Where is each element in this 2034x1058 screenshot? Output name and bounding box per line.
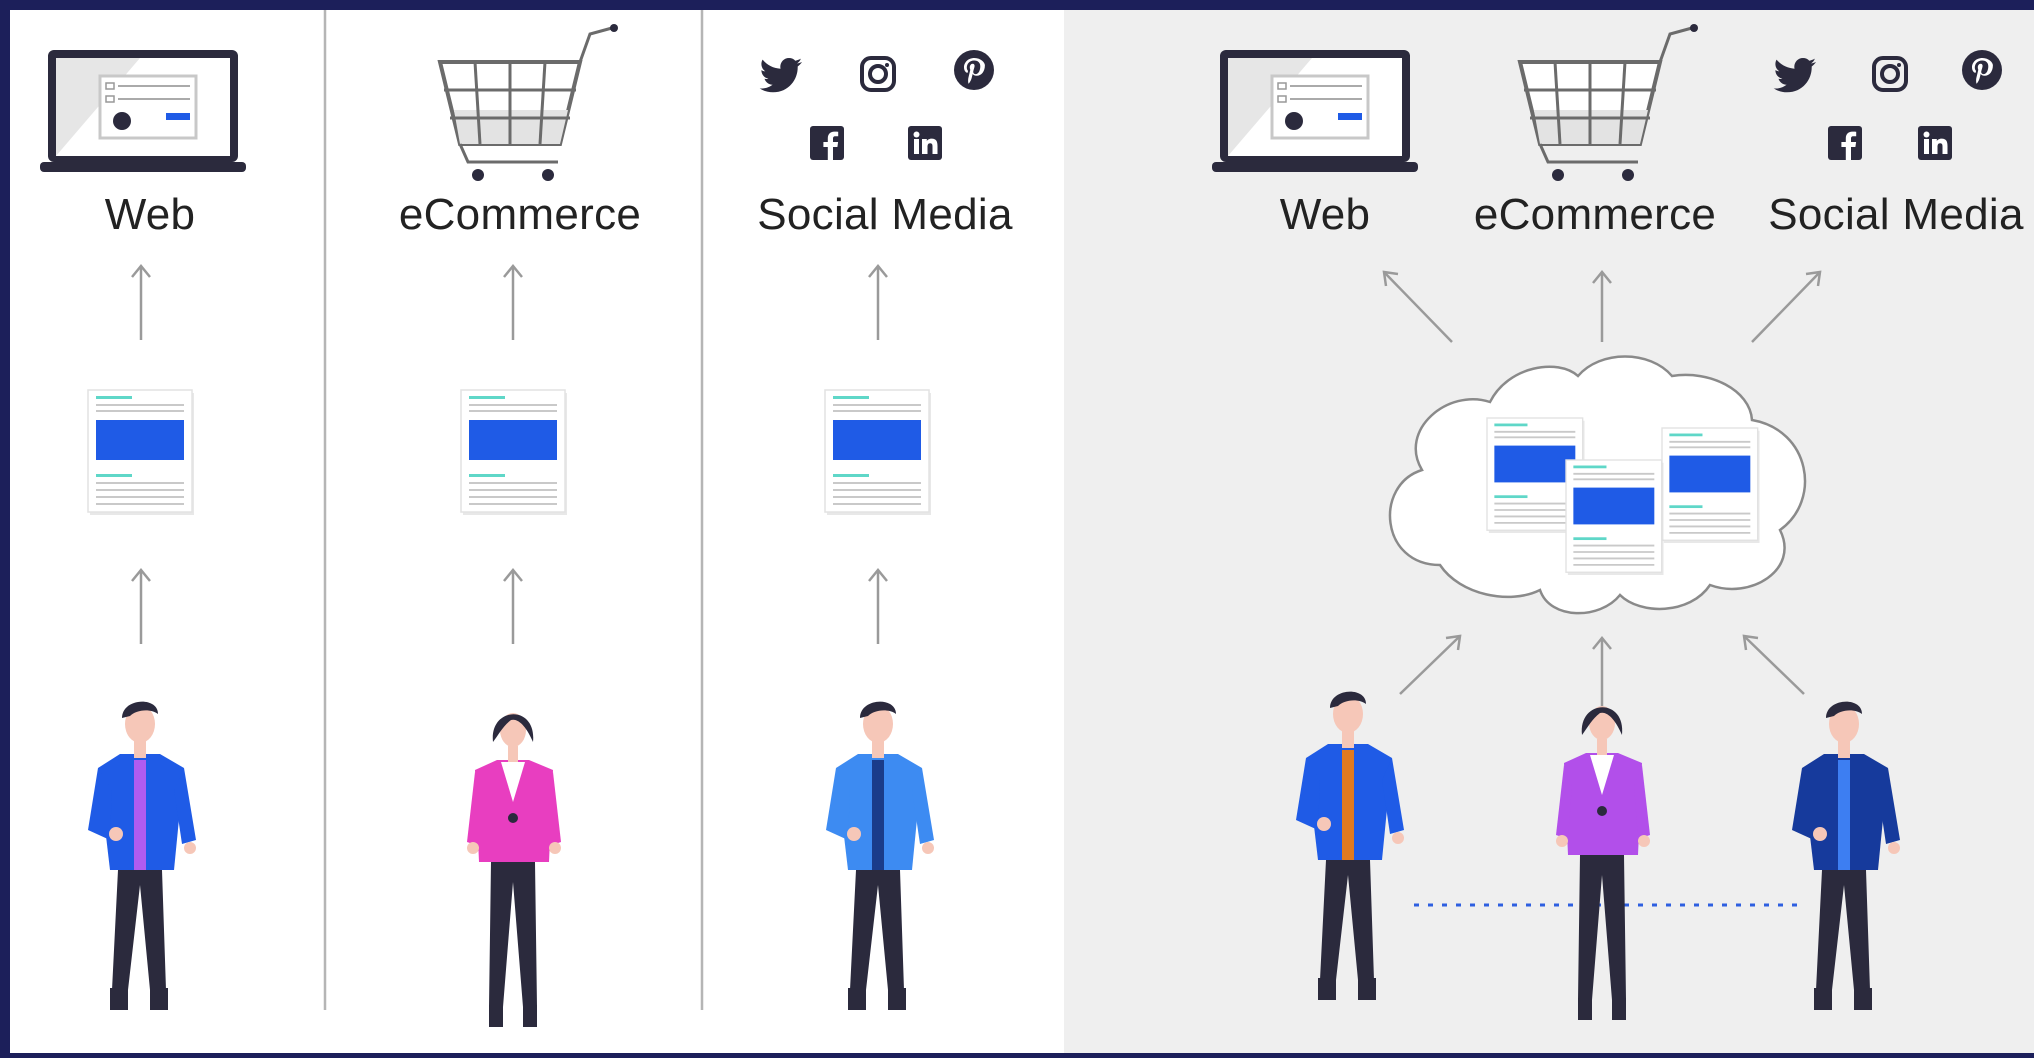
diagram-svg (10, 10, 2034, 1053)
pinterest-icon (954, 50, 994, 90)
document-icon (824, 389, 932, 516)
label-web: Web (104, 190, 196, 239)
pinterest-icon (1962, 50, 2002, 90)
facebook-icon (1828, 126, 1862, 160)
laptop-icon (38, 48, 248, 174)
diagram-canvas: Web eCommerce Social Media Web eCommerce… (10, 10, 2034, 1053)
label-web: Web (1279, 190, 1371, 239)
linkedin-icon (908, 126, 942, 160)
laptop-icon (1210, 48, 1420, 174)
label-social-media: Social Media (757, 190, 1013, 239)
linkedin-icon (1918, 126, 1952, 160)
facebook-icon (810, 126, 844, 160)
document-icon (460, 389, 568, 516)
label-ecommerce: eCommerce (398, 190, 642, 239)
label-social-media: Social Media (1768, 190, 2024, 239)
document-icon (1565, 459, 1665, 576)
document-icon (1661, 427, 1761, 544)
document-icon (87, 389, 195, 516)
label-ecommerce: eCommerce (1473, 190, 1717, 239)
